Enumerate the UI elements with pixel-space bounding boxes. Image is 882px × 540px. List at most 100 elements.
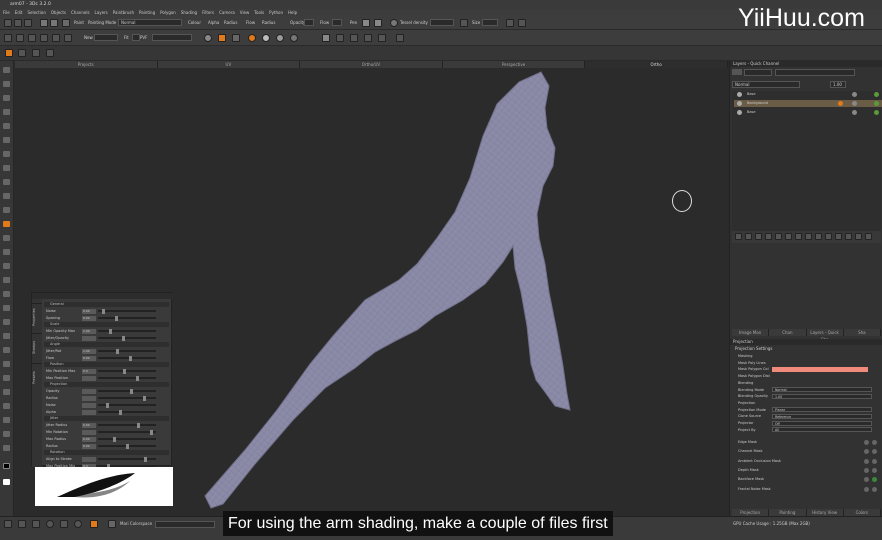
property-slider[interactable]	[98, 411, 156, 413]
mask-toggle-icon[interactable]	[864, 477, 869, 483]
tab-projects[interactable]: Projects	[15, 61, 158, 68]
property-value[interactable]: 0.00	[82, 422, 96, 428]
layer-tool-icon-2[interactable]	[745, 233, 752, 240]
mask-toggle-icon[interactable]	[864, 467, 869, 473]
property-value[interactable]: 0.00	[82, 308, 96, 314]
section-jitter[interactable]: Jitter	[44, 416, 169, 421]
property-value[interactable]: 0.00	[82, 436, 96, 442]
sphere-icon-1[interactable]	[204, 34, 212, 42]
mask-toggle-icon[interactable]	[864, 449, 869, 455]
colourspace-toggle-icon[interactable]	[108, 520, 116, 528]
property-value[interactable]	[82, 409, 96, 415]
pen-tilt-checkbox[interactable]	[374, 19, 382, 27]
transform-icon-2[interactable]	[336, 34, 344, 42]
colourspace-icon[interactable]	[90, 520, 98, 528]
layer-tool-icon-5[interactable]	[775, 233, 782, 240]
pvf-field[interactable]	[152, 34, 192, 41]
projection-value[interactable]: Off	[772, 420, 872, 426]
property-value[interactable]	[82, 402, 96, 408]
slider-knob[interactable]	[150, 429, 153, 435]
screen-icon[interactable]	[52, 34, 60, 42]
property-value[interactable]	[82, 375, 96, 381]
property-slider[interactable]	[98, 377, 156, 379]
tool-icon-24[interactable]	[3, 389, 10, 395]
mask-toggle-icon[interactable]	[864, 486, 869, 492]
property-slider[interactable]	[98, 370, 156, 372]
section-rotation[interactable]: Rotation	[44, 450, 169, 455]
layout-icon-1[interactable]	[506, 19, 514, 27]
tool-icon-7[interactable]	[3, 151, 10, 157]
tool-icon-11[interactable]	[3, 207, 10, 213]
tool-icon-19[interactable]	[3, 319, 10, 325]
tab-ortho-uv[interactable]: Ortho/UV	[300, 61, 443, 68]
visibility-eye-icon[interactable]	[737, 92, 742, 97]
property-value[interactable]: 1.00	[82, 328, 96, 334]
layer-filter-field[interactable]	[744, 69, 772, 76]
layer-tool-icon-3[interactable]	[755, 233, 762, 240]
layer-search-field[interactable]	[775, 69, 855, 76]
shading-icon-4[interactable]	[290, 34, 298, 42]
tool-icon-25[interactable]	[3, 403, 10, 409]
shading-icon-2[interactable]	[262, 34, 270, 42]
size-field[interactable]	[482, 19, 498, 26]
projection-value[interactable]: All	[772, 427, 872, 433]
layer-active-icon[interactable]	[838, 101, 843, 106]
tool-icon-27[interactable]	[3, 431, 10, 437]
slider-knob[interactable]	[109, 328, 112, 334]
clone-tool-icon[interactable]	[32, 49, 40, 57]
tool-icon-21[interactable]	[3, 347, 10, 353]
layer-tool-icon-10[interactable]	[825, 233, 832, 240]
side-tab-stamps[interactable]: Stamps	[32, 333, 42, 361]
menu-item-python[interactable]: Python	[269, 9, 283, 16]
shading-icon-3[interactable]	[276, 34, 284, 42]
layer-lock-icon[interactable]	[852, 92, 857, 97]
tool-icon-20[interactable]	[3, 333, 10, 339]
layout-icon-2[interactable]	[518, 19, 526, 27]
property-slider[interactable]	[98, 458, 156, 460]
menu-item-filters[interactable]: Filters	[202, 9, 214, 16]
layer-blend-icon[interactable]	[874, 92, 879, 97]
slider-knob[interactable]	[143, 395, 146, 401]
slider-knob[interactable]	[136, 375, 139, 381]
section-scale[interactable]: Scale	[44, 322, 169, 327]
dock-tab-image-man[interactable]: Image Man	[732, 329, 770, 336]
tool-icon-12[interactable]	[3, 221, 10, 227]
bottom-tab-colors[interactable]: Colors	[843, 509, 881, 516]
property-slider[interactable]	[98, 337, 156, 339]
property-value[interactable]	[82, 456, 96, 462]
bottom-tab-history-view[interactable]: History View	[806, 509, 844, 516]
property-value[interactable]: 0.00	[82, 443, 96, 449]
tool-icon-2[interactable]	[3, 81, 10, 87]
menu-item-view[interactable]: View	[240, 9, 250, 16]
menu-item-help[interactable]: Help	[288, 9, 297, 16]
property-slider[interactable]	[98, 350, 156, 352]
grid-icon[interactable]	[4, 34, 12, 42]
menu-item-polygon[interactable]: Polygon	[160, 9, 176, 16]
bottom-tab-projection[interactable]: Projection	[732, 509, 770, 516]
projection-value[interactable]: Planar	[772, 407, 872, 413]
layer-lock-icon[interactable]	[852, 101, 857, 106]
layer-row[interactable]: Background	[734, 100, 882, 107]
dock-tab-layers---quick-cha[interactable]: Layers - Quick Cha	[806, 329, 844, 342]
transform-icon-3[interactable]	[350, 34, 358, 42]
layer-tool-icon-6[interactable]	[785, 233, 792, 240]
dock-tab-chan[interactable]: Chan	[769, 329, 807, 336]
dock-tab-sha[interactable]: Sha	[843, 329, 881, 336]
menu-item-paintbrush[interactable]: Paintbrush	[113, 9, 134, 16]
tool-icon-5[interactable]	[3, 123, 10, 129]
layer-tool-icon-14[interactable]	[865, 233, 872, 240]
property-value[interactable]	[82, 429, 96, 435]
mask-enable-icon[interactable]	[872, 440, 877, 445]
background-color-swatch[interactable]	[3, 479, 10, 485]
transform-icon-5[interactable]	[378, 34, 386, 42]
tool-icon-28[interactable]	[3, 445, 10, 451]
tool-icon-1[interactable]	[3, 67, 10, 73]
menu-item-painting[interactable]: Painting	[139, 9, 155, 16]
fit-field[interactable]	[132, 34, 140, 41]
transform-icon-1[interactable]	[322, 34, 330, 42]
undo-icon[interactable]	[40, 19, 48, 27]
mask-color-swatch[interactable]	[772, 366, 868, 372]
layer-tool-icon-8[interactable]	[805, 233, 812, 240]
menu-item-channels[interactable]: Channels	[71, 9, 90, 16]
pan-view-icon[interactable]	[18, 520, 26, 528]
